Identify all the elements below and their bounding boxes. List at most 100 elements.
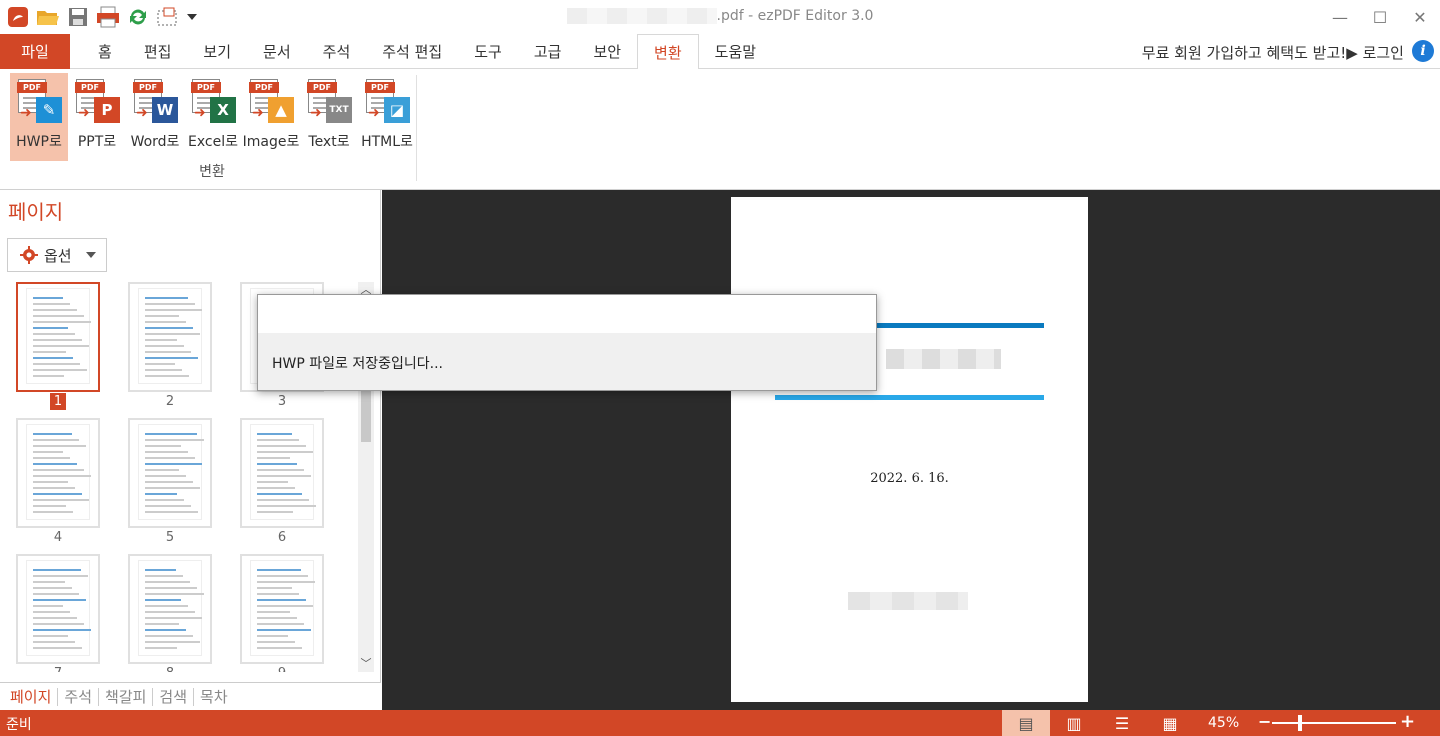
- ribbon-tabs: 홈 편집 보기 문서 주석 주석 편집 도구 고급 보안 변환 도움말: [82, 34, 772, 70]
- document-viewer[interactable]: 2022. 6. 16.: [382, 190, 1440, 710]
- page-thumbnail[interactable]: [16, 282, 100, 392]
- target-format-icon: P: [94, 97, 120, 123]
- promo-login-link[interactable]: 무료 회원 가입하고 혜택도 받고!▶ 로그인: [1142, 42, 1404, 63]
- tab-file[interactable]: 파일: [0, 34, 70, 69]
- panel-tab-2[interactable]: 책갈피: [99, 687, 154, 706]
- pdf-convert-icon: PDF ➜ ▲: [248, 77, 294, 127]
- tab-0[interactable]: 홈: [82, 34, 128, 69]
- page-thumbnail[interactable]: [16, 418, 100, 528]
- page-thumbnail[interactable]: [240, 418, 324, 528]
- ribbon-tab-bar: 파일 홈 편집 보기 문서 주석 주석 편집 도구 고급 보안 변환 도움말 무료 회원 가입하고 …: [0, 34, 1440, 70]
- pdf-convert-icon: PDF ➜ P: [74, 77, 120, 127]
- convert-button-label: Word로: [130, 134, 180, 150]
- status-text: 준비: [6, 717, 32, 733]
- chevron-down-icon: [85, 252, 96, 258]
- target-format-icon: W: [152, 97, 178, 123]
- zoom-out-icon[interactable]: −: [1258, 712, 1271, 731]
- dialog-header: [258, 295, 876, 333]
- panel-tab-1[interactable]: 주석: [58, 687, 100, 706]
- tab-9[interactable]: 변환: [637, 34, 699, 70]
- page-number: 4: [16, 530, 100, 545]
- redacted-filename: [566, 8, 717, 24]
- page-number: 9: [240, 666, 324, 672]
- page-number-text: 8: [166, 666, 174, 672]
- page-thumbnail[interactable]: [128, 418, 212, 528]
- convert-button-6[interactable]: PDF ➜ ◪ HTML로: [358, 73, 416, 161]
- two-page-icon[interactable]: ▥: [1050, 710, 1098, 736]
- page-number: 1: [16, 393, 100, 410]
- panel-tab-4[interactable]: 목차: [194, 688, 234, 706]
- page-thumbnail[interactable]: [240, 554, 324, 664]
- page-number-text: 3: [277, 394, 287, 409]
- convert-button-5[interactable]: PDF ➜ TXT Text로: [300, 73, 358, 161]
- tab-2[interactable]: 보기: [187, 34, 247, 69]
- page-number-text: 6: [277, 530, 287, 545]
- page-number-text: 5: [165, 530, 175, 545]
- zoom-in-icon[interactable]: +: [1400, 711, 1415, 732]
- options-button[interactable]: 옵션: [7, 238, 107, 272]
- convert-button-4[interactable]: PDF ➜ ▲ Image로: [242, 73, 300, 161]
- tab-7[interactable]: 고급: [518, 34, 578, 69]
- zoom-slider-track[interactable]: [1272, 722, 1396, 724]
- page-number-text: 4: [53, 530, 63, 545]
- convert-button-label: HWP로: [16, 134, 62, 150]
- status-bar: 준비 ▤ ▥ ☰ ▦ 45% − +: [0, 710, 1440, 736]
- close-button[interactable]: ✕: [1400, 0, 1440, 34]
- zoom-level[interactable]: 45%: [1208, 715, 1239, 731]
- options-label: 옵션: [44, 246, 72, 265]
- single-page-icon[interactable]: ▤: [1002, 710, 1050, 736]
- two-continuous-icon[interactable]: ▦: [1146, 710, 1194, 736]
- convert-button-label: Text로: [308, 134, 350, 150]
- panel-tabs: 페이지 주석 책갈피 검색 목차: [0, 682, 381, 710]
- maximize-button[interactable]: ☐: [1360, 0, 1400, 34]
- document-page[interactable]: 2022. 6. 16.: [731, 197, 1088, 702]
- page-number: 7: [16, 666, 100, 672]
- tab-4[interactable]: 주석: [307, 34, 367, 69]
- continuous-icon[interactable]: ☰: [1098, 710, 1146, 736]
- view-mode-buttons: ▤ ▥ ☰ ▦: [1002, 710, 1194, 736]
- tab-6[interactable]: 도구: [458, 34, 518, 69]
- ribbon-separator: [416, 75, 417, 181]
- page-number: 2: [128, 394, 212, 409]
- page-number-text: 7: [54, 666, 62, 672]
- minimize-button[interactable]: —: [1320, 0, 1360, 34]
- tab-1[interactable]: 편집: [128, 34, 188, 69]
- target-format-icon: ✎: [36, 97, 62, 123]
- window-title-text: .pdf - ezPDF Editor 3.0: [716, 8, 874, 24]
- tab-5[interactable]: 주석 편집: [366, 34, 458, 69]
- page-thumbnail[interactable]: [128, 554, 212, 664]
- tab-8[interactable]: 보안: [577, 34, 637, 69]
- redacted-organization: [848, 592, 968, 610]
- convert-button-0[interactable]: PDF ➜ ✎ HWP로: [10, 73, 68, 161]
- page-number: 3: [240, 394, 324, 409]
- convert-button-3[interactable]: PDF ➜ X Excel로: [184, 73, 242, 161]
- tab-10[interactable]: 도움말: [699, 34, 772, 69]
- page-thumbnail[interactable]: [128, 282, 212, 392]
- page-number: 8: [128, 666, 212, 672]
- dialog-message: HWP 파일로 저장중입니다...: [272, 356, 443, 372]
- convert-button-label: HTML로: [361, 134, 413, 150]
- pdf-convert-icon: PDF ➜ ◪: [364, 77, 410, 127]
- pdf-convert-icon: PDF ➜ W: [132, 77, 178, 127]
- convert-button-1[interactable]: PDF ➜ P PPT로: [68, 73, 126, 161]
- page-thumbnail[interactable]: [16, 554, 100, 664]
- convert-button-2[interactable]: PDF ➜ W Word로: [126, 73, 184, 161]
- panel-tab-0[interactable]: 페이지: [4, 687, 59, 706]
- page-number-text: 2: [165, 394, 175, 409]
- redacted-document-title: [886, 349, 1001, 369]
- pdf-convert-icon: PDF ➜ TXT: [306, 77, 352, 127]
- page-number-text: 1: [49, 393, 67, 410]
- zoom-slider-knob[interactable]: [1298, 715, 1302, 731]
- info-icon[interactable]: i: [1412, 40, 1434, 62]
- panel-title: 페이지: [8, 200, 64, 224]
- convert-button-label: Excel로: [188, 134, 238, 150]
- tab-3[interactable]: 문서: [247, 34, 307, 69]
- window-title: .pdf - ezPDF Editor 3.0: [0, 8, 1440, 24]
- convert-button-label: PPT로: [77, 134, 117, 150]
- target-format-icon: ▲: [268, 97, 294, 123]
- panel-tab-3[interactable]: 검색: [153, 687, 195, 706]
- scroll-down-icon[interactable]: ﹀: [358, 656, 374, 672]
- page-number: 6: [240, 530, 324, 545]
- title-rule-bottom: [775, 395, 1044, 400]
- pdf-convert-icon: PDF ➜ X: [190, 77, 236, 127]
